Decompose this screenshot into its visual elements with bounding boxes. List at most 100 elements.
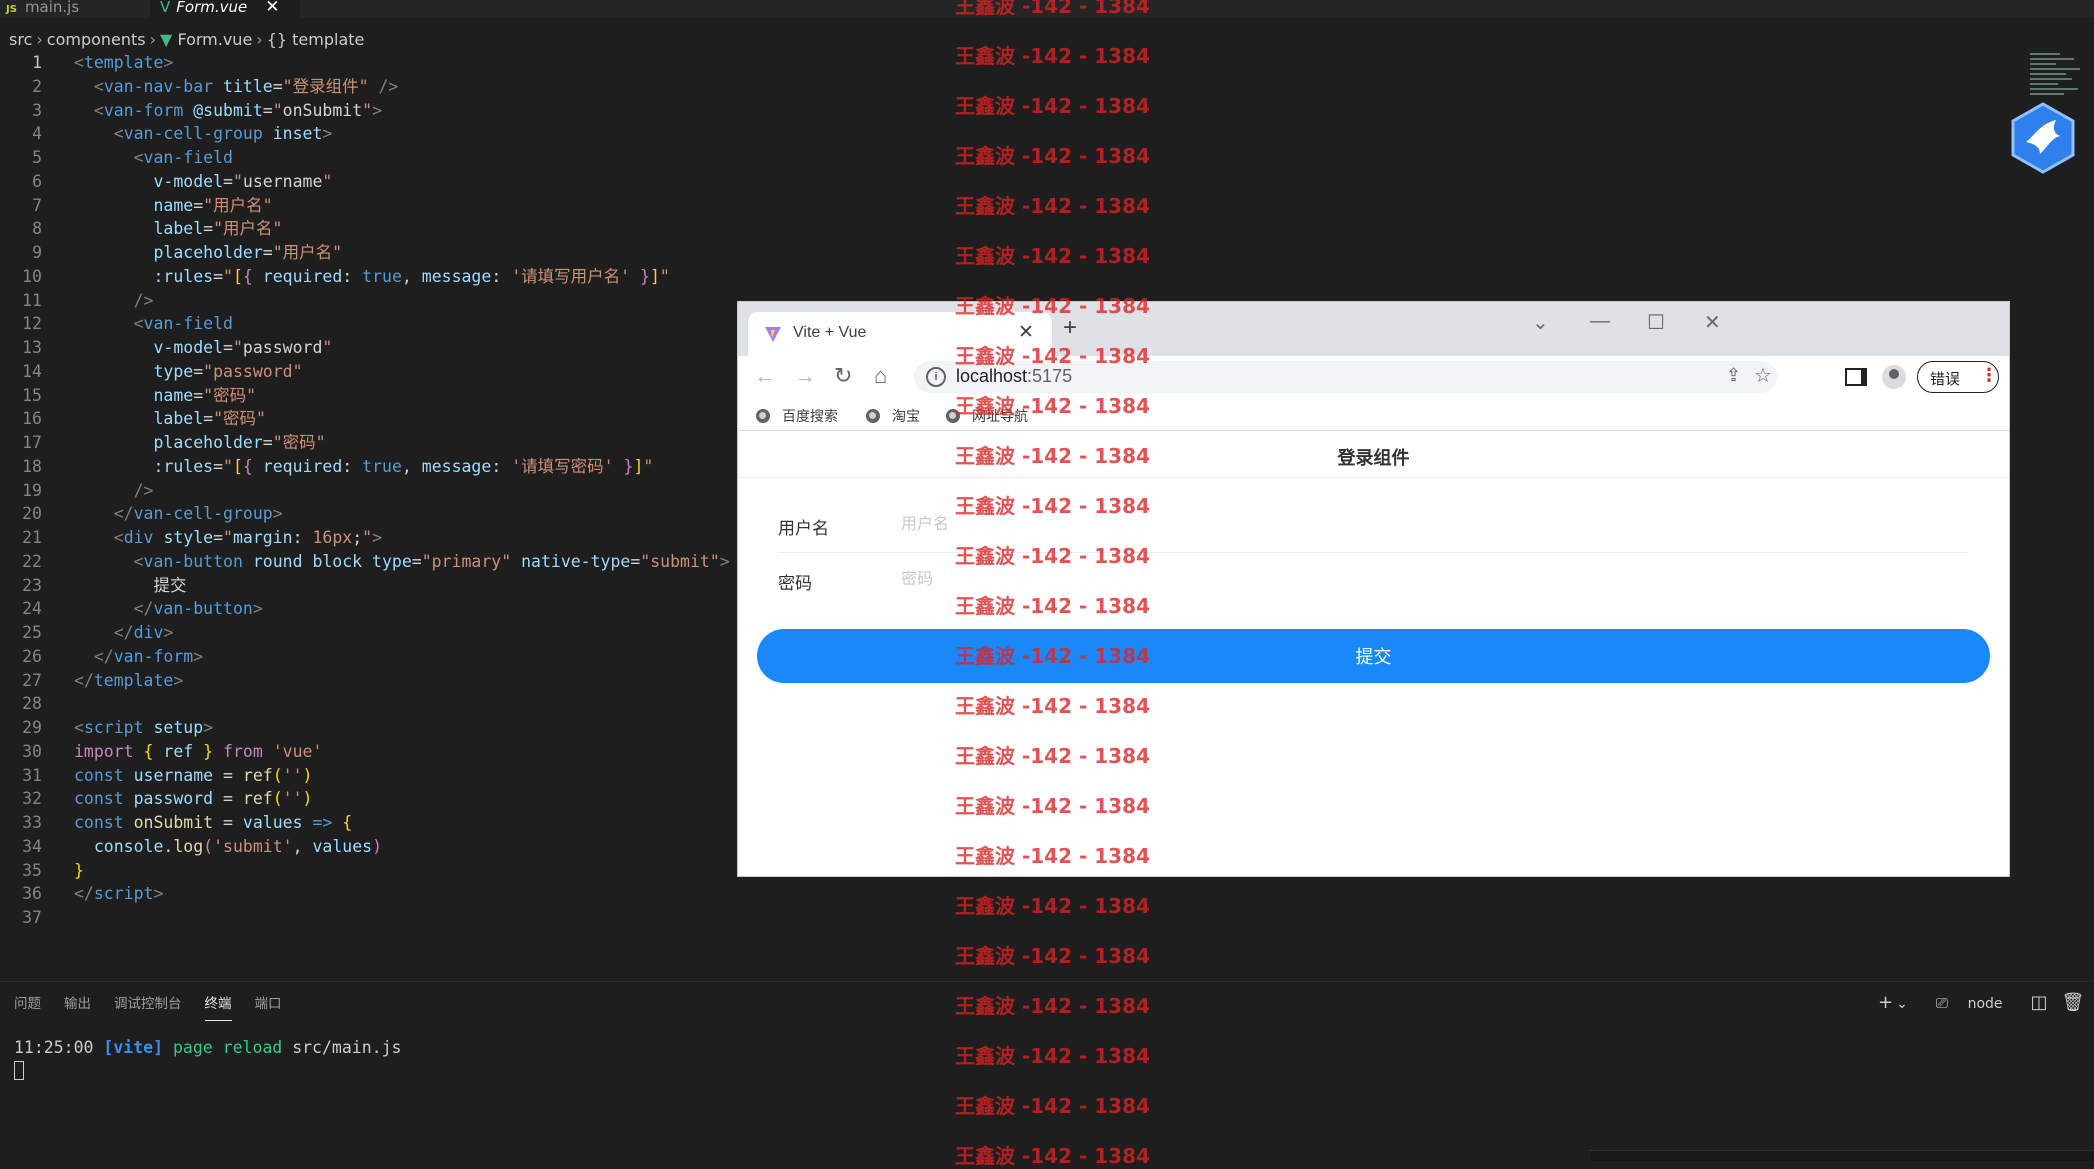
breadcrumb-item[interactable]: src bbox=[9, 30, 32, 49]
code-text: placeholder="用户名" bbox=[153, 243, 343, 262]
bird-extension-icon[interactable] bbox=[2010, 102, 2076, 174]
code-text: :rules="[{ required: true, message: '请填写… bbox=[153, 266, 670, 286]
minimize-icon[interactable]: — bbox=[1590, 310, 1610, 333]
new-tab-icon[interactable]: + bbox=[1063, 316, 1077, 340]
submit-button[interactable]: 提交 bbox=[757, 629, 1990, 683]
split-terminal-icon[interactable]: ◫ bbox=[2031, 990, 2048, 1016]
code-line: 1 <template> bbox=[0, 51, 2000, 75]
terminal-output[interactable]: 11:25:00 [vite] page reload src/main.js bbox=[14, 1036, 401, 1060]
menu-dots-icon: ⋮ bbox=[1980, 365, 1998, 385]
trash-icon[interactable]: 🗑 bbox=[2062, 990, 2085, 1016]
terminal-path: src/main.js bbox=[292, 1038, 402, 1057]
line-number: 11 bbox=[22, 290, 42, 310]
new-terminal-button[interactable]: + ⌄ bbox=[1878, 990, 1922, 1017]
code-text: <div style="margin: 16px;"> bbox=[113, 528, 383, 547]
code-text: v-model="username" bbox=[153, 171, 333, 191]
code-text: </van-cell-group> bbox=[113, 504, 283, 524]
browser-tab[interactable]: Vite + Vue ✕ bbox=[748, 312, 1052, 356]
tab-ports[interactable]: 端口 bbox=[255, 993, 282, 1015]
line-number: 23 bbox=[22, 575, 42, 595]
line-number: 4 bbox=[32, 124, 42, 144]
side-panel-icon[interactable] bbox=[1845, 368, 1867, 386]
home-icon[interactable]: ⌂ bbox=[874, 363, 887, 389]
line-number: 29 bbox=[22, 718, 42, 737]
error-button[interactable]: 错误 ⋮ bbox=[1917, 361, 1999, 393]
tab-terminal[interactable]: 终端 bbox=[204, 993, 232, 1021]
chevron-right-icon: › bbox=[149, 30, 157, 49]
bookmark-nav[interactable]: 网址导航 bbox=[946, 406, 1028, 426]
close-tab-icon[interactable]: ✕ bbox=[1018, 321, 1034, 344]
browser-tab-title: Vite + Vue bbox=[793, 324, 867, 341]
tab-main-js[interactable]: JS main.js bbox=[6, 0, 146, 18]
code-line: 3 <van-form @submit="onSubmit"> bbox=[0, 99, 2000, 123]
terminal-shell-selector[interactable]: ⎚ node bbox=[1936, 990, 2017, 1017]
globe-icon bbox=[866, 409, 880, 423]
breadcrumb-item[interactable]: components bbox=[47, 30, 146, 49]
code-line: 5 <van-field bbox=[0, 146, 2000, 170]
tab-search-icon[interactable]: ⌄ bbox=[1532, 310, 1549, 335]
url-text: localhost:5175 bbox=[956, 366, 1073, 386]
line-number: 31 bbox=[22, 765, 42, 785]
error-label: 错误 bbox=[1930, 371, 1961, 388]
line-number: 28 bbox=[22, 694, 42, 714]
back-icon[interactable]: ← bbox=[754, 363, 776, 389]
code-text: import { ref } from 'vue' bbox=[74, 741, 323, 761]
password-input[interactable] bbox=[901, 565, 1801, 595]
vite-logo-icon bbox=[764, 325, 782, 348]
tab-debug-console[interactable]: 调试控制台 bbox=[114, 993, 182, 1015]
line-number: 22 bbox=[22, 551, 42, 571]
code-text: <van-field bbox=[133, 314, 233, 334]
line-number: 25 bbox=[22, 623, 42, 642]
line-number: 12 bbox=[22, 314, 42, 334]
browser-toolbar: ← → ↻ ⌂ i localhost:5175 ⇪ ☆ 错误 ⋮ bbox=[738, 356, 2009, 400]
tab-label: main.js bbox=[24, 0, 80, 16]
line-number: 5 bbox=[32, 148, 42, 167]
maximize-icon[interactable]: ☐ bbox=[1647, 310, 1665, 335]
chevron-right-icon: › bbox=[256, 30, 263, 49]
close-tab-icon[interactable]: ✕ bbox=[265, 0, 279, 17]
terminal-tag: [vite] bbox=[103, 1038, 164, 1057]
code-text: <van-nav-bar title="登录组件" /> bbox=[93, 76, 399, 96]
status-bar-fragment bbox=[1590, 1150, 2094, 1161]
line-number: 10 bbox=[22, 266, 42, 286]
close-window-icon[interactable]: ✕ bbox=[1704, 310, 1721, 335]
share-icon[interactable]: ⇪ bbox=[1726, 365, 1741, 386]
editor-tab-bar: JS main.js V Form.vue ✕ bbox=[0, 0, 2094, 18]
site-info-icon[interactable]: i bbox=[926, 367, 946, 387]
line-number: 24 bbox=[22, 599, 42, 619]
tab-problems[interactable]: 问题 bbox=[14, 993, 41, 1015]
bookmark-baidu[interactable]: 百度搜索 bbox=[756, 406, 838, 426]
forward-icon[interactable]: → bbox=[794, 363, 816, 389]
breadcrumb-item[interactable]: Form.vue bbox=[177, 30, 252, 49]
line-number: 1 bbox=[32, 53, 42, 72]
code-text: name="密码" bbox=[153, 385, 257, 405]
code-line: 7 name="用户名" bbox=[0, 194, 2000, 218]
code-text: label="用户名" bbox=[153, 219, 283, 239]
bookmark-star-icon[interactable]: ☆ bbox=[1754, 363, 1772, 388]
code-text: const password = ref('') bbox=[74, 789, 313, 809]
code-line: 9 placeholder="用户名" bbox=[0, 241, 2000, 265]
profile-avatar-icon[interactable] bbox=[1882, 365, 1906, 389]
nav-bar: 登录组件 bbox=[738, 431, 2009, 478]
tab-output[interactable]: 输出 bbox=[64, 993, 91, 1015]
line-number: 14 bbox=[22, 361, 42, 381]
line-number: 8 bbox=[32, 219, 42, 239]
username-input[interactable] bbox=[901, 510, 1801, 540]
code-text: label="密码" bbox=[153, 409, 266, 429]
code-text: const username = ref('') bbox=[74, 765, 313, 785]
bookmark-taobao[interactable]: 淘宝 bbox=[866, 406, 920, 426]
code-text: /> bbox=[133, 480, 154, 500]
minimap[interactable] bbox=[2030, 53, 2094, 99]
address-bar[interactable]: i localhost:5175 ⇪ ☆ bbox=[914, 361, 1777, 393]
code-text: } bbox=[74, 860, 84, 880]
code-text: <van-form @submit="onSubmit"> bbox=[93, 100, 383, 120]
vue-file-icon: ▼ bbox=[160, 30, 173, 49]
watermark-text: 王鑫波 -142 - 1384 bbox=[955, 1144, 1150, 1168]
line-number: 33 bbox=[22, 813, 42, 832]
reload-icon[interactable]: ↻ bbox=[834, 363, 852, 389]
browser-tab-strip: Vite + Vue ✕ + ⌄ — ☐ ✕ bbox=[738, 302, 2009, 356]
line-number: 19 bbox=[22, 480, 42, 500]
tab-form-vue[interactable]: V Form.vue ✕ bbox=[150, 0, 300, 18]
breadcrumb-item[interactable]: template bbox=[292, 30, 364, 49]
line-number: 6 bbox=[32, 171, 42, 191]
